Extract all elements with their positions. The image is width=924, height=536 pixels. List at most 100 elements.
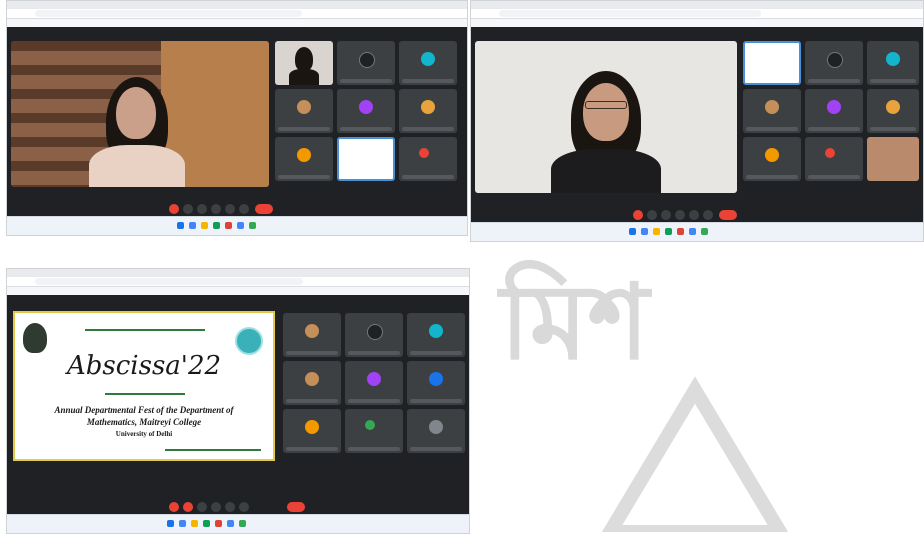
taskbar-app-icon[interactable] [203, 520, 210, 527]
taskbar-app-icon[interactable] [179, 520, 186, 527]
participant-tile[interactable] [805, 137, 863, 181]
participant-tile[interactable] [283, 409, 341, 453]
taskbar-app-icon[interactable] [189, 222, 196, 229]
participant-tile[interactable] [867, 137, 919, 181]
main-speaker-video[interactable] [475, 41, 737, 193]
mic-button[interactable] [169, 502, 179, 512]
participant-avatar [421, 51, 435, 66]
taskbar-app-icon[interactable] [689, 228, 696, 235]
camera-button[interactable] [183, 502, 193, 512]
participant-tile[interactable] [407, 313, 465, 357]
mic-button[interactable] [169, 204, 179, 214]
captions-button[interactable] [661, 210, 671, 220]
captions-button[interactable] [197, 204, 207, 214]
taskbar-app-icon[interactable] [665, 228, 672, 235]
participant-slide-tile[interactable] [743, 41, 801, 85]
url-field[interactable] [35, 10, 302, 17]
presentation-slide[interactable]: Abscissa'22 Annual Departmental Fest of … [13, 311, 275, 461]
taskbar-app-icon[interactable] [215, 520, 222, 527]
participant-avatar [886, 51, 900, 66]
bookmarks-bar[interactable] [7, 19, 467, 27]
taskbar-app-icon[interactable] [225, 222, 232, 229]
participant-tile[interactable] [407, 409, 465, 453]
taskbar-app-icon[interactable] [249, 222, 256, 229]
end-call-button[interactable] [719, 210, 737, 220]
participant-avatar [305, 323, 319, 338]
participant-tile[interactable] [337, 89, 395, 133]
taskbar-app-icon[interactable] [239, 520, 246, 527]
end-call-button[interactable] [255, 204, 273, 214]
participant-tile[interactable] [283, 313, 341, 357]
participant-tile[interactable] [275, 89, 333, 133]
participant-tile[interactable] [805, 41, 863, 85]
end-call-button[interactable] [287, 502, 305, 512]
taskbar-app-icon[interactable] [237, 222, 244, 229]
present-button[interactable] [225, 204, 235, 214]
browser-tab-strip[interactable] [471, 1, 923, 9]
main-speaker-video[interactable] [11, 41, 269, 187]
windows-taskbar [7, 216, 467, 235]
taskbar-app-icon[interactable] [677, 228, 684, 235]
participant-tile[interactable] [345, 409, 403, 453]
browser-tab-strip[interactable] [7, 269, 469, 277]
speaker-shirt [551, 149, 661, 193]
participant-avatar [827, 51, 843, 68]
participant-tile[interactable] [867, 41, 919, 85]
more-options-button[interactable] [239, 204, 249, 214]
raise-hand-button[interactable] [675, 210, 685, 220]
captions-button[interactable] [197, 502, 207, 512]
browser-address-bar[interactable] [7, 277, 469, 287]
participant-tile[interactable] [399, 137, 457, 181]
present-button[interactable] [225, 502, 235, 512]
participant-avatar [365, 419, 375, 430]
bookmarks-bar[interactable] [471, 19, 923, 27]
participant-tile[interactable] [345, 313, 403, 357]
camera-button[interactable] [647, 210, 657, 220]
start-icon[interactable] [629, 228, 636, 235]
browser-tab-strip[interactable] [7, 1, 467, 9]
browser-address-bar[interactable] [471, 9, 923, 19]
taskbar-app-icon[interactable] [227, 520, 234, 527]
participant-tile[interactable] [743, 89, 801, 133]
windows-taskbar [7, 514, 469, 533]
taskbar-app-icon[interactable] [191, 520, 198, 527]
participant-tile[interactable] [275, 137, 333, 181]
start-icon[interactable] [177, 222, 184, 229]
taskbar-app-icon[interactable] [201, 222, 208, 229]
participant-tile[interactable] [345, 361, 403, 405]
participant-tile[interactable] [275, 41, 333, 85]
participant-tile[interactable] [407, 361, 465, 405]
start-icon[interactable] [167, 520, 174, 527]
participant-name [348, 351, 400, 355]
participant-tile[interactable] [283, 361, 341, 405]
url-field[interactable] [35, 278, 303, 285]
taskbar-app-icon[interactable] [641, 228, 648, 235]
participant-name [286, 399, 338, 403]
url-field[interactable] [499, 10, 762, 17]
participant-tile[interactable] [867, 89, 919, 133]
taskbar-app-icon[interactable] [213, 222, 220, 229]
slide-subtitle-line3: University of Delhi [115, 430, 173, 438]
more-options-button[interactable] [239, 502, 249, 512]
raise-hand-button[interactable] [211, 502, 221, 512]
more-options-button[interactable] [703, 210, 713, 220]
meet-window: Abscissa'22 Annual Departmental Fest of … [7, 295, 469, 515]
camera-button[interactable] [183, 204, 193, 214]
raise-hand-button[interactable] [211, 204, 221, 214]
participant-tile[interactable] [399, 89, 457, 133]
participant-tile[interactable] [337, 41, 395, 85]
taskbar-app-icon[interactable] [653, 228, 660, 235]
bookmarks-bar[interactable] [7, 287, 469, 295]
participant-avatar [825, 147, 835, 158]
mic-button[interactable] [633, 210, 643, 220]
browser-address-bar[interactable] [7, 9, 467, 19]
participant-tile[interactable] [805, 89, 863, 133]
taskbar-app-icon[interactable] [701, 228, 708, 235]
participant-tile[interactable] [743, 137, 801, 181]
participant-slide-tile[interactable] [337, 137, 395, 181]
participant-avatar [359, 99, 373, 114]
participant-tile[interactable] [399, 41, 457, 85]
participant-name [870, 127, 916, 131]
present-button[interactable] [689, 210, 699, 220]
participant-avatar [419, 147, 429, 158]
